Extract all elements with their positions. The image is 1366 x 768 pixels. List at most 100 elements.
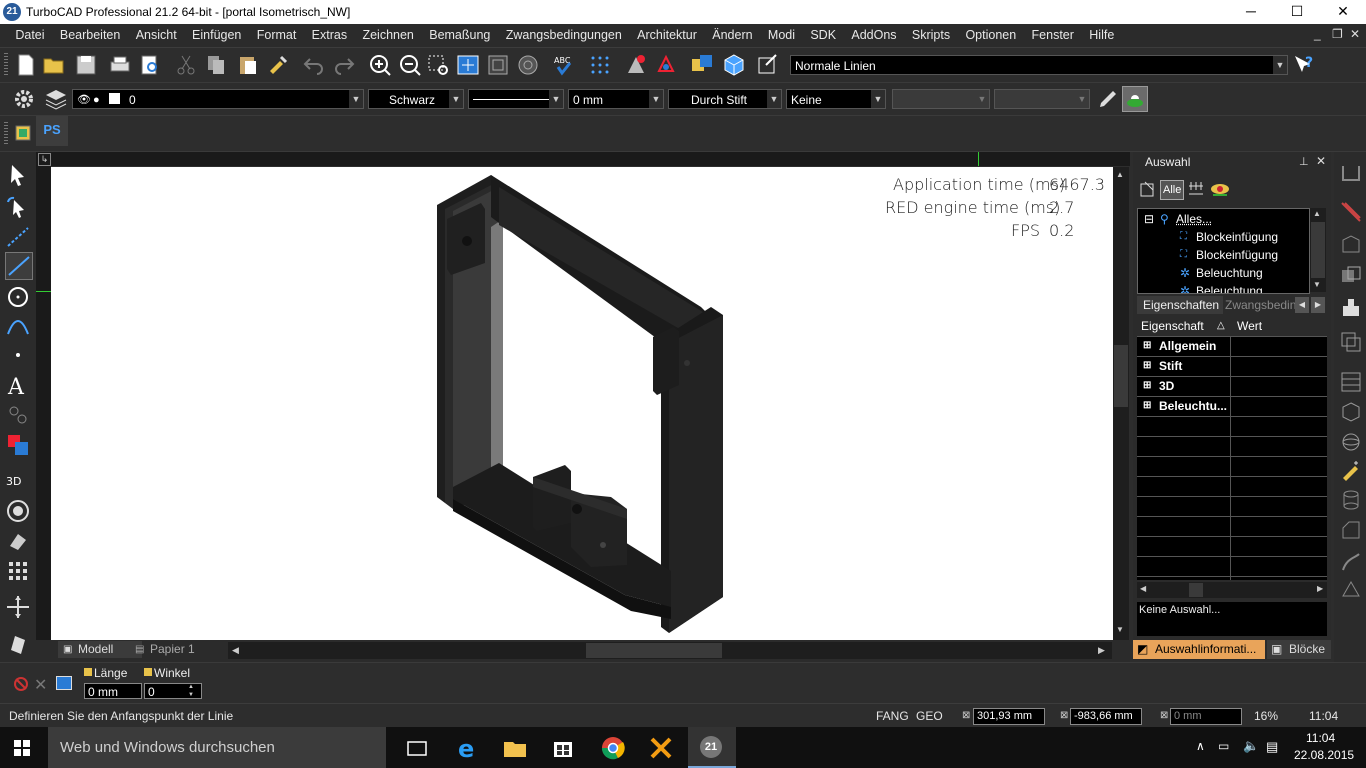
file-explorer-icon[interactable] [500, 733, 530, 763]
zoom-extents-icon[interactable] [456, 53, 480, 77]
save-icon[interactable] [74, 53, 98, 77]
toolbar-grip[interactable] [4, 122, 8, 146]
3d-tools-icon[interactable]: 3D [5, 468, 31, 494]
edge-browser-icon[interactable]: e [452, 733, 482, 763]
property-painter-icon[interactable] [1122, 86, 1148, 112]
taskbar-clock-time[interactable]: 11:04 [1306, 731, 1335, 745]
menu-datei[interactable]: Datei [9, 24, 50, 47]
horizontal-scrollbar[interactable]: ◀ ▶ [228, 642, 1112, 659]
chevron-down-icon[interactable]: ▼ [349, 90, 363, 108]
scroll-right-icon[interactable]: ▶ [1098, 645, 1105, 656]
scroll-down-icon[interactable]: ▼ [1313, 280, 1321, 289]
store-icon[interactable] [548, 733, 578, 763]
paper-space-button[interactable]: PS [36, 116, 68, 146]
menu-aendern[interactable]: Ändern [706, 24, 758, 47]
tab-auswahlinformation[interactable]: ◩ Auswahlinformati... [1133, 640, 1265, 659]
zoom-level[interactable]: 16% [1254, 709, 1278, 723]
grid-snap-icon[interactable] [588, 53, 612, 77]
property-category-row[interactable]: ⊞ 3D [1137, 376, 1327, 397]
column-header-eigenschaft[interactable]: Eigenschaft [1141, 316, 1204, 336]
taskbar-clock-date[interactable]: 22.08.2015 [1294, 748, 1354, 762]
chevron-down-icon[interactable]: ▼ [1273, 56, 1287, 74]
mdi-restore-button[interactable]: ❐ [1332, 27, 1343, 41]
turbocad-app-icon[interactable]: 21 [3, 3, 21, 21]
paste-icon[interactable] [236, 53, 260, 77]
toolbar-grip[interactable] [4, 53, 8, 77]
menu-format[interactable]: Format [251, 24, 303, 47]
array-tool-icon[interactable] [5, 558, 31, 584]
drawing-canvas[interactable]: Application time (ms) 6467.3 RED engine … [51, 167, 1113, 640]
line-pattern-combo[interactable]: ▼ [468, 89, 564, 109]
calculator-icon[interactable] [56, 676, 72, 690]
3d-cube-icon[interactable] [722, 53, 746, 77]
expand-plus-icon[interactable]: ⊞ [1143, 376, 1151, 396]
chevron-down-icon[interactable]: ▼ [649, 90, 663, 108]
tree-item[interactable]: Alles... [1176, 210, 1212, 228]
style-icon[interactable] [756, 53, 780, 77]
select-filter-icon[interactable] [1139, 180, 1157, 198]
hatch-tool-icon[interactable] [5, 432, 31, 458]
turbocad-taskbar-button[interactable]: 21 [688, 727, 736, 768]
cut-icon[interactable] [174, 53, 198, 77]
menu-skripts[interactable]: Skripts [906, 24, 956, 47]
undo-icon[interactable] [302, 53, 326, 77]
menu-einfuegen[interactable]: Einfügen [186, 24, 247, 47]
print-icon[interactable] [108, 53, 132, 77]
point-tool-icon[interactable] [5, 342, 31, 368]
show-hidden-icons-icon[interactable]: ∧ [1196, 739, 1205, 753]
windows-start-icon[interactable] [14, 740, 30, 756]
angle-spinner-icon[interactable]: ▲ ▼ [188, 683, 194, 699]
scroll-left-icon[interactable]: ◀ [1140, 584, 1146, 593]
y-coordinate[interactable]: -983,66 mm [1070, 708, 1142, 725]
loft-icon[interactable] [1339, 578, 1363, 602]
property-grid[interactable]: Eigenschaft △ Wert ⊞ Allgemein ⊞ Stift ⊞… [1137, 316, 1327, 580]
edit-tool-icon[interactable] [5, 194, 31, 220]
sphere-icon[interactable] [1339, 430, 1363, 454]
chrome-icon[interactable] [598, 733, 628, 763]
property-hscrollbar[interactable]: ◀ ▶ [1137, 582, 1327, 598]
slice-icon[interactable] [1339, 200, 1363, 224]
expand-plus-icon[interactable]: ⊞ [1143, 396, 1151, 416]
snap-fang-toggle[interactable]: FANG [876, 709, 909, 723]
tree-item[interactable]: Beleuchtung [1196, 282, 1263, 293]
eraser-tool-icon[interactable] [5, 630, 31, 656]
scroll-down-icon[interactable]: ▼ [1116, 625, 1124, 634]
property-category-row[interactable]: ⊞ Beleuchtu... [1137, 396, 1327, 417]
property-category-row[interactable]: ⊞ Stift [1137, 356, 1327, 377]
zoom-out-icon[interactable] [398, 53, 422, 77]
modify-3d-icon[interactable] [5, 498, 31, 524]
taskbar-search-box[interactable]: Web und Windows durchsuchen [48, 727, 386, 768]
gear-icon[interactable] [12, 87, 36, 111]
minimize-button[interactable]: ─ [1228, 0, 1274, 24]
layer-combo[interactable]: 👁 ● 0 ▼ [72, 89, 364, 109]
text-tool-icon[interactable]: A [5, 372, 31, 400]
tab-bloecke[interactable]: ▣ Blöcke [1267, 640, 1331, 659]
menu-optionen[interactable]: Optionen [959, 24, 1022, 47]
tab-zwangsbedingungen[interactable]: Zwangsbeding [1223, 296, 1295, 314]
color-combo[interactable]: Schwarz ▼ [368, 89, 464, 109]
move-tool-icon[interactable] [5, 594, 31, 620]
open-folder-icon[interactable] [42, 53, 66, 77]
extrude-icon[interactable] [1339, 162, 1363, 186]
tree-scrollbar[interactable]: ▲ ▼ [1310, 208, 1326, 292]
menu-fenster[interactable]: Fenster [1026, 24, 1080, 47]
tab-eigenschaften[interactable]: Eigenschaften [1137, 296, 1223, 314]
menu-addons[interactable]: AddOns [845, 24, 902, 47]
menu-modi[interactable]: Modi [762, 24, 801, 47]
menu-hilfe[interactable]: Hilfe [1083, 24, 1120, 47]
lock-length-icon[interactable] [84, 668, 92, 676]
menu-ansicht[interactable]: Ansicht [130, 24, 183, 47]
finish-icon[interactable] [12, 675, 30, 693]
material-icon[interactable] [654, 53, 678, 77]
format-painter-icon[interactable] [266, 53, 290, 77]
chevron-down-icon[interactable]: ▼ [767, 90, 781, 108]
panel-close-button[interactable]: ✕ [1316, 154, 1326, 168]
tab-scroll-left-icon[interactable]: ◀ [1295, 297, 1309, 313]
filter-all-button[interactable]: Alle [1160, 180, 1185, 200]
table-icon[interactable] [1339, 370, 1363, 394]
expand-plus-icon[interactable]: ⊞ [1143, 336, 1151, 356]
copy-icon[interactable] [204, 53, 228, 77]
property-category-row[interactable]: ⊞ Allgemein [1137, 336, 1327, 357]
scroll-up-icon[interactable]: ▲ [1313, 209, 1321, 218]
print-preview-icon[interactable] [138, 53, 162, 77]
